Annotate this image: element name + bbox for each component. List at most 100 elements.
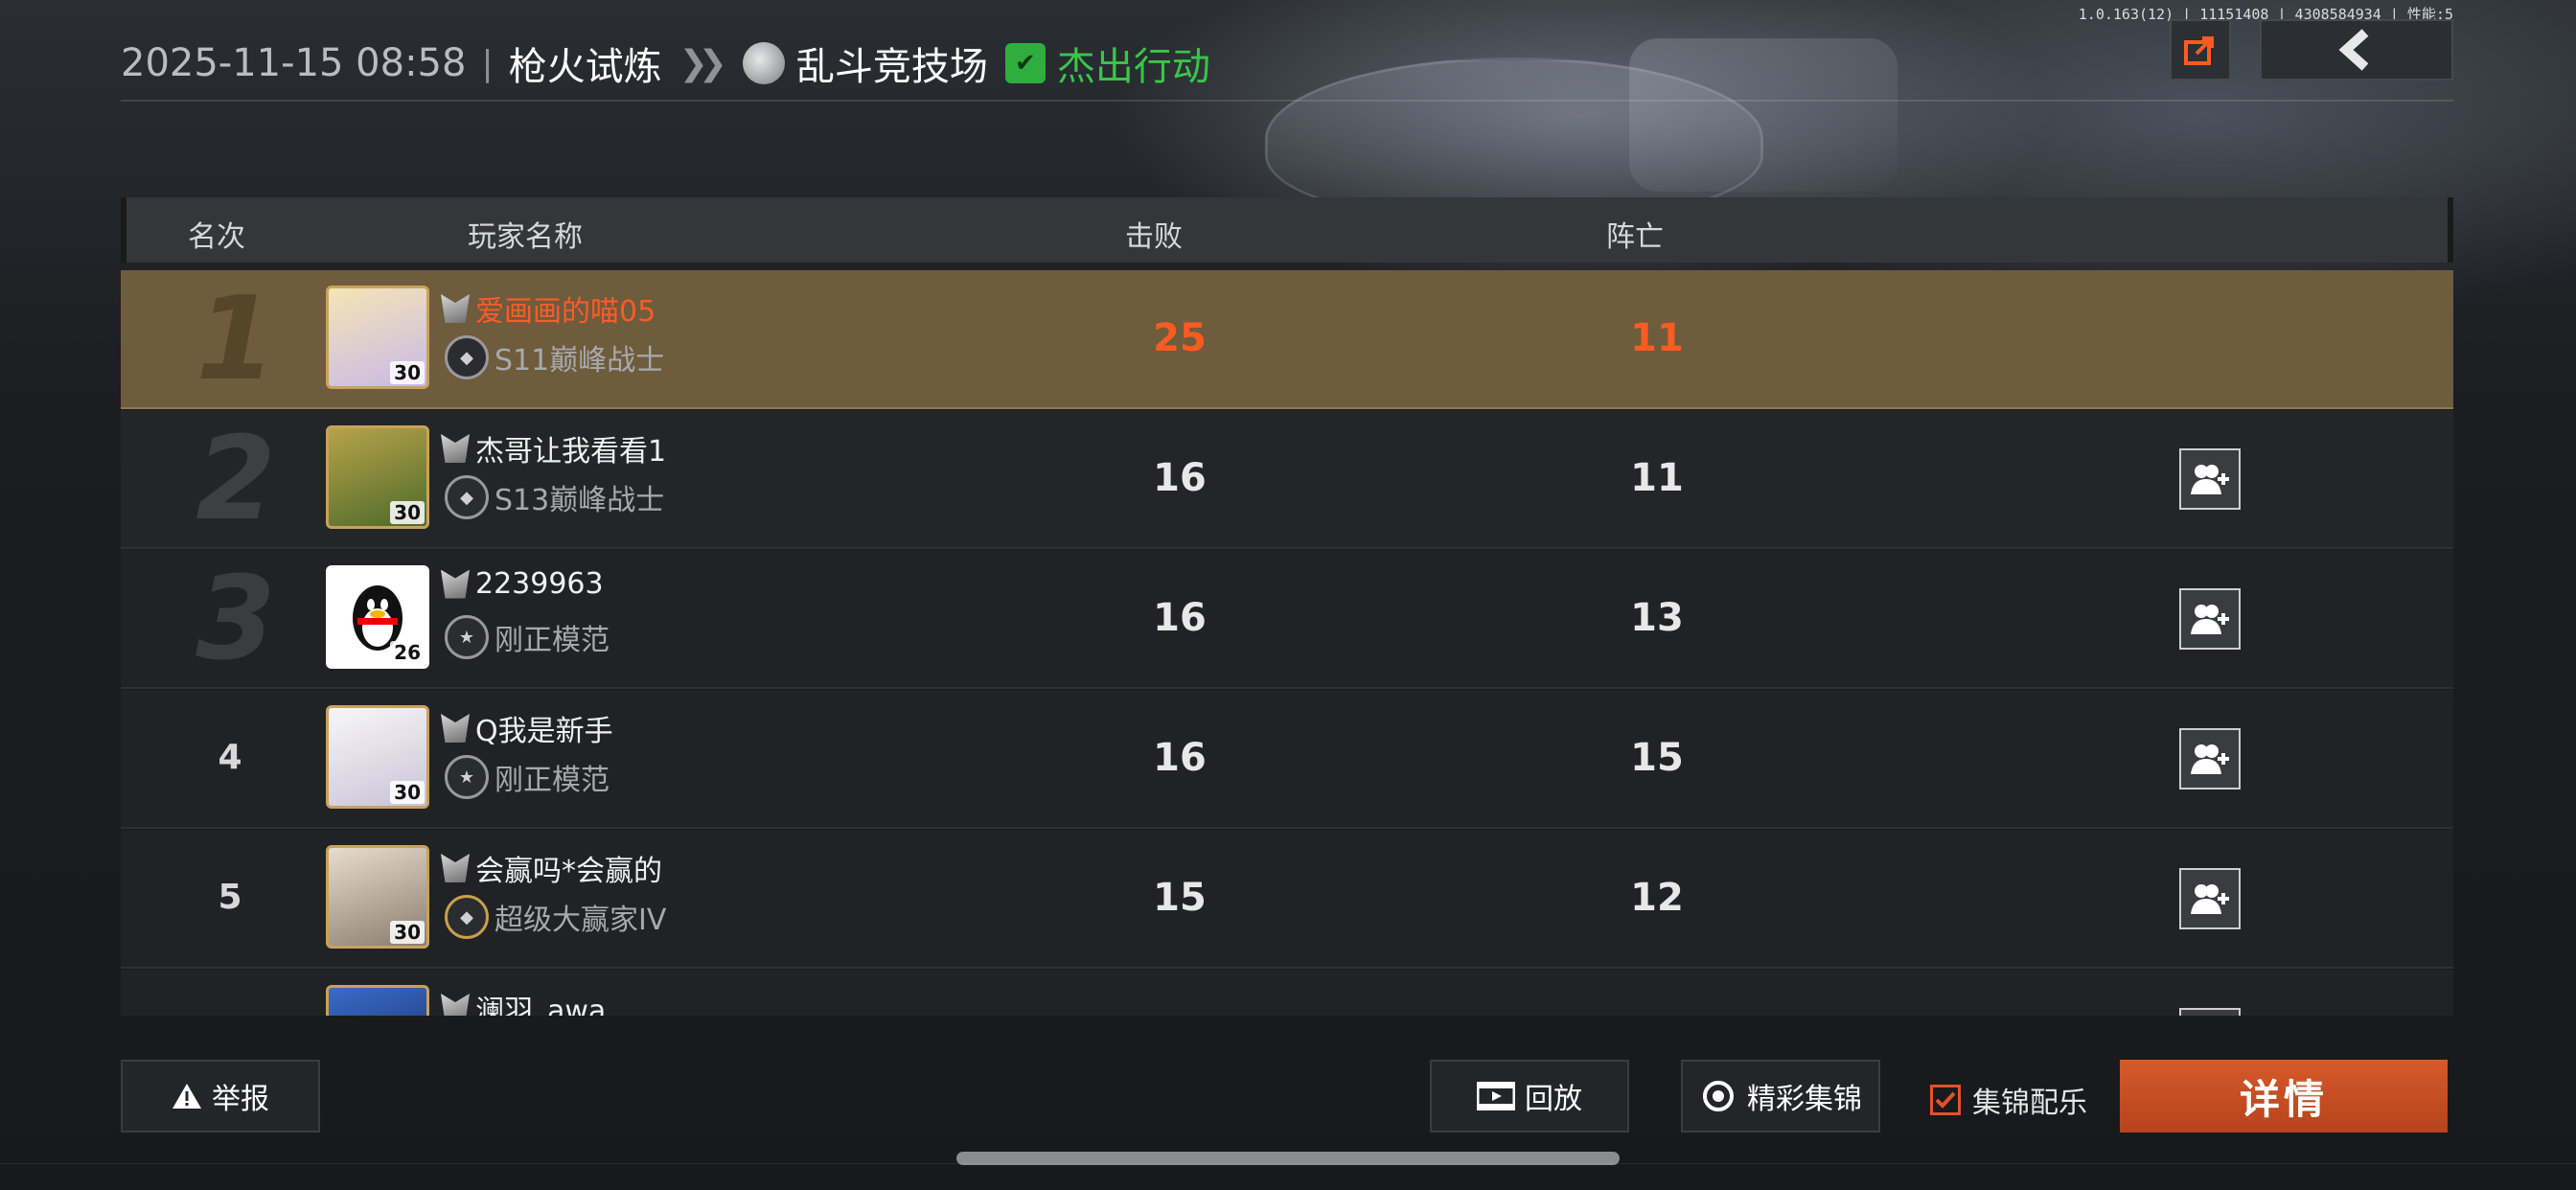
- player-name-line: 杰哥让我看看1: [441, 427, 666, 469]
- avatar[interactable]: 30: [326, 425, 429, 529]
- arena-label: 乱斗竞技场: [795, 45, 988, 89]
- rank-chevron-icon: [441, 854, 470, 882]
- header-divider: [121, 100, 2453, 102]
- title-badge-icon: ★: [445, 615, 489, 659]
- back-button[interactable]: [2260, 19, 2453, 80]
- player-title: 刚正模范: [494, 764, 610, 797]
- avatar[interactable]: 26: [326, 565, 429, 669]
- deaths-value: 15: [1630, 736, 1684, 780]
- player-title-line: ◆ S11巅峰战士: [445, 335, 664, 379]
- add-friend-icon: [2191, 744, 2229, 774]
- add-friend-button[interactable]: [2179, 588, 2241, 650]
- player-name: Q我是新手: [475, 715, 613, 748]
- table-row[interactable]: 4 30 Q我是新手 ★ 刚正模范 16 15: [121, 690, 2453, 829]
- share-icon: [2184, 36, 2214, 65]
- rank-chevron-icon: [441, 569, 470, 599]
- highlights-label: 精彩集锦: [1747, 1083, 1862, 1116]
- table-row[interactable]: 2 30 杰哥让我看看1 ◆ S13巅峰战士 16 11: [121, 410, 2453, 549]
- avatar[interactable]: 30: [326, 705, 429, 809]
- table-row[interactable]: 1 30 爱画画的喵05 ◆ S11巅峰战士 25 11: [121, 270, 2453, 409]
- player-name: 澜羽_awa: [475, 995, 607, 1016]
- avatar[interactable]: [326, 985, 429, 1016]
- back-arrow-icon: [2338, 29, 2369, 71]
- background-weapon-art-2: [1629, 38, 1898, 192]
- table-row[interactable]: 3 26 2239963 ★ 刚正模范 16 13: [121, 550, 2453, 689]
- col-kills: 击败: [1125, 220, 1183, 254]
- excellent-label: 杰出行动: [1056, 45, 1210, 89]
- player-name-line: 澜羽_awa: [441, 987, 606, 1016]
- arena-icon: [742, 42, 785, 84]
- player-name: 杰哥让我看看1: [475, 435, 667, 469]
- player-title: S13巅峰战士: [494, 484, 665, 517]
- avatar[interactable]: 30: [326, 845, 429, 949]
- chevron-right-icon: ❯❯: [678, 43, 727, 83]
- add-friend-icon: [2191, 465, 2229, 494]
- rank-number: 3: [196, 553, 276, 686]
- player-title-line: ◆ 超级大赢家IV: [445, 895, 666, 939]
- player-title: S11巅峰战士: [494, 344, 665, 378]
- player-name-line: Q我是新手: [441, 707, 613, 749]
- add-friend-button[interactable]: [2179, 1008, 2241, 1016]
- player-level: 30: [390, 361, 425, 384]
- kills-value: 16: [1153, 596, 1207, 640]
- deaths-value: 11: [1630, 316, 1684, 360]
- camera-icon: [1703, 1081, 1734, 1111]
- deaths-value: 12: [1630, 876, 1684, 920]
- kills-value: 16: [1153, 456, 1207, 500]
- match-header: 2025-11-15 08:58 | 枪火试炼 ❯❯ 乱斗竞技场 ✔ 杰出行动: [121, 34, 1210, 92]
- player-level: 26: [390, 641, 425, 664]
- kills-value: 16: [1153, 736, 1207, 780]
- highlights-button[interactable]: 精彩集锦: [1681, 1060, 1880, 1133]
- add-friend-button[interactable]: [2179, 448, 2241, 510]
- details-button[interactable]: 详情: [2120, 1060, 2448, 1133]
- add-friend-button[interactable]: [2179, 868, 2241, 929]
- add-friend-icon: [2191, 605, 2229, 634]
- player-title: 刚正模范: [494, 624, 610, 657]
- col-rank: 名次: [188, 220, 245, 254]
- col-deaths: 阵亡: [1606, 220, 1664, 254]
- player-title: 超级大赢家IV: [494, 904, 667, 937]
- rank-number: 2: [196, 413, 276, 546]
- match-datetime: 2025-11-15 08:58: [121, 41, 467, 85]
- rank-number: 5: [218, 878, 242, 917]
- player-name-line: 爱画画的喵05: [441, 287, 656, 330]
- title-badge-icon: ★: [445, 755, 489, 799]
- player-title-line: ★ 刚正模范: [445, 755, 610, 799]
- add-friend-button[interactable]: [2179, 728, 2241, 790]
- table-row[interactable]: 5 30 会赢吗*会赢的 ◆ 超级大赢家IV 15 12: [121, 830, 2453, 969]
- deaths-value: 13: [1630, 596, 1684, 640]
- player-level: 30: [390, 501, 425, 524]
- share-button[interactable]: [2170, 19, 2231, 80]
- replay-button[interactable]: 回放: [1430, 1060, 1629, 1133]
- player-name-line: 会赢吗*会赢的: [441, 847, 662, 889]
- player-title-line: ◆ S13巅峰战士: [445, 475, 664, 519]
- rank-chevron-icon: [441, 994, 470, 1016]
- col-player: 玩家名称: [468, 220, 583, 254]
- add-friend-icon: [2191, 884, 2229, 914]
- highlight-music-toggle[interactable]: 集锦配乐: [1930, 1079, 2087, 1121]
- rank-chevron-icon: [441, 714, 470, 743]
- scoreboard-table: 名次 玩家名称 击败 阵亡 1 30 爱画画的喵05 ◆ S11巅峰战士 25 …: [121, 197, 2453, 1016]
- table-row[interactable]: 澜羽_awa: [121, 970, 2453, 1016]
- player-name: 爱画画的喵05: [475, 295, 656, 329]
- report-button[interactable]: 举报: [121, 1060, 320, 1133]
- bottom-divider: [0, 1163, 2576, 1164]
- report-label: 举报: [212, 1083, 269, 1116]
- player-name-line: 2239963: [441, 567, 604, 601]
- title-badge-icon: ◆: [445, 335, 489, 379]
- rank-chevron-icon: [441, 434, 470, 463]
- replay-label: 回放: [1525, 1083, 1582, 1116]
- player-name: 2239963: [475, 567, 604, 601]
- player-level: 30: [390, 921, 425, 944]
- title-badge-icon: ◆: [445, 475, 489, 519]
- avatar[interactable]: 30: [326, 286, 429, 389]
- header-separator: |: [481, 43, 494, 83]
- checkbox-checked-icon[interactable]: [1930, 1085, 1961, 1115]
- mode-label: 枪火试炼: [508, 45, 662, 89]
- player-name: 会赢吗*会赢的: [475, 855, 662, 888]
- rank-number: 1: [196, 273, 276, 406]
- music-label: 集锦配乐: [1972, 1087, 2087, 1120]
- kills-value: 25: [1153, 316, 1207, 360]
- player-title-line: ★ 刚正模范: [445, 615, 610, 659]
- film-icon: [1477, 1082, 1515, 1110]
